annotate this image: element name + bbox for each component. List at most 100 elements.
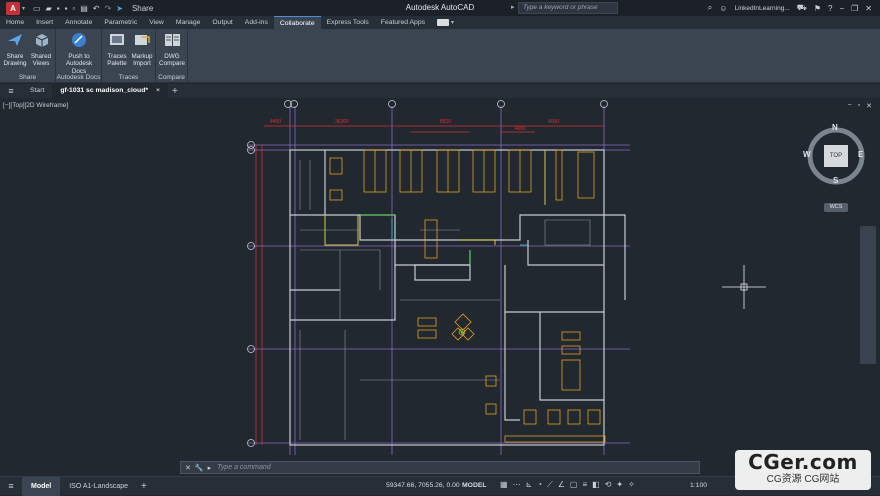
ribbon-tab-express-tools[interactable]: Express Tools [321, 16, 375, 29]
svg-text:4000: 4000 [548, 119, 559, 125]
ribbon-display-toggle[interactable] [437, 19, 450, 26]
navigation-bar[interactable] [860, 226, 876, 364]
a360-icon[interactable]: ⚑ [814, 4, 821, 13]
compass-north[interactable]: N [832, 123, 838, 132]
model-tab[interactable]: Model [22, 476, 61, 496]
chevron-down-icon[interactable]: ▾ [451, 19, 454, 26]
search-expand-icon[interactable]: ▸ [511, 3, 515, 11]
undo-icon[interactable]: ↶ [93, 4, 100, 13]
restore-icon[interactable]: ❐ [851, 4, 858, 13]
ribbon-tab-collaborate[interactable]: Collaborate [273, 16, 321, 29]
command-prompt-icon: ▸ [207, 464, 212, 472]
add-layout-button[interactable]: + [141, 481, 147, 492]
panel-title: Share [18, 74, 37, 81]
annotation-visibility-icon[interactable]: ✦ [616, 480, 623, 490]
open-icon[interactable]: ▰ [46, 4, 52, 13]
model-space-toggle[interactable]: MODEL [462, 482, 487, 489]
coordinates-readout[interactable]: 59347.66, 7055.26, 0.00 [386, 482, 460, 489]
plot-icon[interactable]: ▤ [80, 4, 88, 13]
layout-menu-icon[interactable]: ≡ [0, 481, 22, 491]
ribbon-tab-manage[interactable]: Manage [170, 16, 207, 29]
ribbon-tab-output[interactable]: Output [206, 16, 238, 29]
dimension-lines [255, 125, 604, 445]
command-line[interactable]: ✕ 🔧 ▸ Type a command [180, 461, 700, 474]
redo-icon[interactable]: ↷ [105, 4, 112, 13]
close-command-line-icon[interactable]: ✕ [185, 464, 191, 472]
osnap-track-icon[interactable]: ∠ [558, 480, 565, 490]
button-label: Import [133, 60, 151, 67]
annotation-scale-icon[interactable]: ✧ [628, 480, 635, 490]
chevron-down-icon[interactable]: ▾ [22, 5, 25, 12]
ribbon-tab-annotate[interactable]: Annotate [59, 16, 98, 29]
panel-title: Autodesk Docs [56, 74, 101, 81]
share-drawing-button[interactable]: Share Drawing [3, 32, 27, 68]
viewcube[interactable]: TOP N S E W [800, 120, 870, 195]
lineweight-icon[interactable]: ≡ [582, 480, 587, 490]
command-input[interactable]: Type a command [217, 464, 271, 471]
compass-west[interactable]: W [803, 150, 811, 159]
search-input[interactable]: Type a keyword or phrase [518, 2, 618, 14]
button-label: Markup [131, 52, 153, 60]
user-menu[interactable]: LinkedInLearning... [734, 5, 789, 12]
button-label: Palette [107, 60, 127, 67]
ribbon-tab-parametric[interactable]: Parametric [98, 16, 143, 29]
minimize-icon[interactable]: − [839, 4, 844, 13]
viewport-controls-label[interactable]: [−][Top][2D Wireframe] [3, 102, 68, 109]
compass-south[interactable]: S [833, 176, 838, 185]
new-tab-button[interactable]: + [172, 86, 178, 97]
start-tab[interactable]: Start [22, 84, 52, 98]
markup-import-icon [135, 35, 150, 45]
cart-icon[interactable]: ⛟ [797, 3, 807, 13]
wcs-menu[interactable]: WCS [824, 203, 848, 212]
file-tabs-menu-icon[interactable]: ≡ [0, 86, 22, 96]
ribbon-tab-home[interactable]: Home [0, 16, 30, 29]
crosshair-cursor [722, 265, 766, 309]
button-label: Traces [107, 52, 127, 60]
ortho-icon[interactable]: ⊾ [526, 480, 533, 490]
dwg-compare-button[interactable]: DWG Compare [157, 32, 187, 68]
search-icon[interactable]: ⌕ [708, 3, 712, 13]
layout-tab-iso-a1[interactable]: ISO A1-Landscape [60, 477, 137, 496]
share-button[interactable]: Share [132, 4, 153, 13]
push-to-autodesk-docs-button[interactable]: Push to Autodesk Docs [58, 32, 100, 75]
svg-text:36300: 36300 [335, 119, 349, 125]
shared-views-button[interactable]: Shared Views [28, 32, 54, 68]
close-tab-icon[interactable]: × [156, 87, 160, 94]
grid-icon[interactable]: ▦ [500, 480, 508, 490]
annotation-scale[interactable]: 1:100 [690, 482, 707, 489]
application-menu-button[interactable]: A [6, 1, 20, 15]
button-label: Compare [159, 60, 185, 67]
drawing-canvas[interactable]: 4450 36300 8510 4000 4000 [0, 98, 880, 476]
save-icon[interactable]: ▪ [57, 4, 60, 13]
compass-east[interactable]: E [858, 150, 863, 159]
button-label: Share [6, 52, 24, 60]
customize-icon[interactable]: 🔧 [195, 464, 204, 472]
user-icon[interactable]: ☺ [719, 4, 727, 13]
help-icon[interactable]: ? [828, 4, 832, 13]
selection-cycling-icon[interactable]: ⟲ [605, 480, 612, 490]
markup-import-button[interactable]: Markup Import [129, 32, 155, 68]
viewcube-top-face[interactable]: TOP [824, 145, 848, 167]
polar-icon[interactable]: ◔ [537, 480, 542, 490]
ribbon-tab-add-ins[interactable]: Add-ins [239, 16, 274, 29]
floor-plan-drawing: 4450 36300 8510 4000 4000 [247, 100, 766, 455]
close-icon[interactable]: ✕ [865, 4, 872, 13]
save-as-icon[interactable]: ▪ [65, 4, 68, 13]
drafting-aids: ▦ ⋯ ⊾ ◔ ⟋ ∠ ▢ ≡ ◧ ⟲ ✦ ✧ [500, 480, 635, 490]
web-mobile-icon[interactable]: ▫ [72, 4, 75, 13]
transparency-icon[interactable]: ◧ [592, 480, 600, 490]
svg-text:4000: 4000 [515, 126, 526, 132]
drawing-tab[interactable]: gf-1031 sc madison_cloud* × [52, 84, 168, 98]
ribbon-tab-insert[interactable]: Insert [30, 16, 59, 29]
ribbon-tab-view[interactable]: View [143, 16, 170, 29]
snap-icon[interactable]: ⋯ [513, 480, 521, 490]
isodraft-icon[interactable]: ⟋ [547, 480, 553, 490]
maximize-viewport-icon[interactable]: ▫ [858, 102, 860, 110]
new-icon[interactable]: ▭ [33, 4, 41, 13]
ribbon-tab-featured-apps[interactable]: Featured Apps [375, 16, 431, 29]
close-viewport-icon[interactable]: ✕ [866, 102, 872, 110]
traces-palette-button[interactable]: Traces Palette [105, 32, 129, 68]
share-icon[interactable]: ➤ [116, 4, 123, 13]
osnap-icon[interactable]: ▢ [570, 480, 578, 490]
minimize-viewport-icon[interactable]: − [848, 102, 852, 110]
